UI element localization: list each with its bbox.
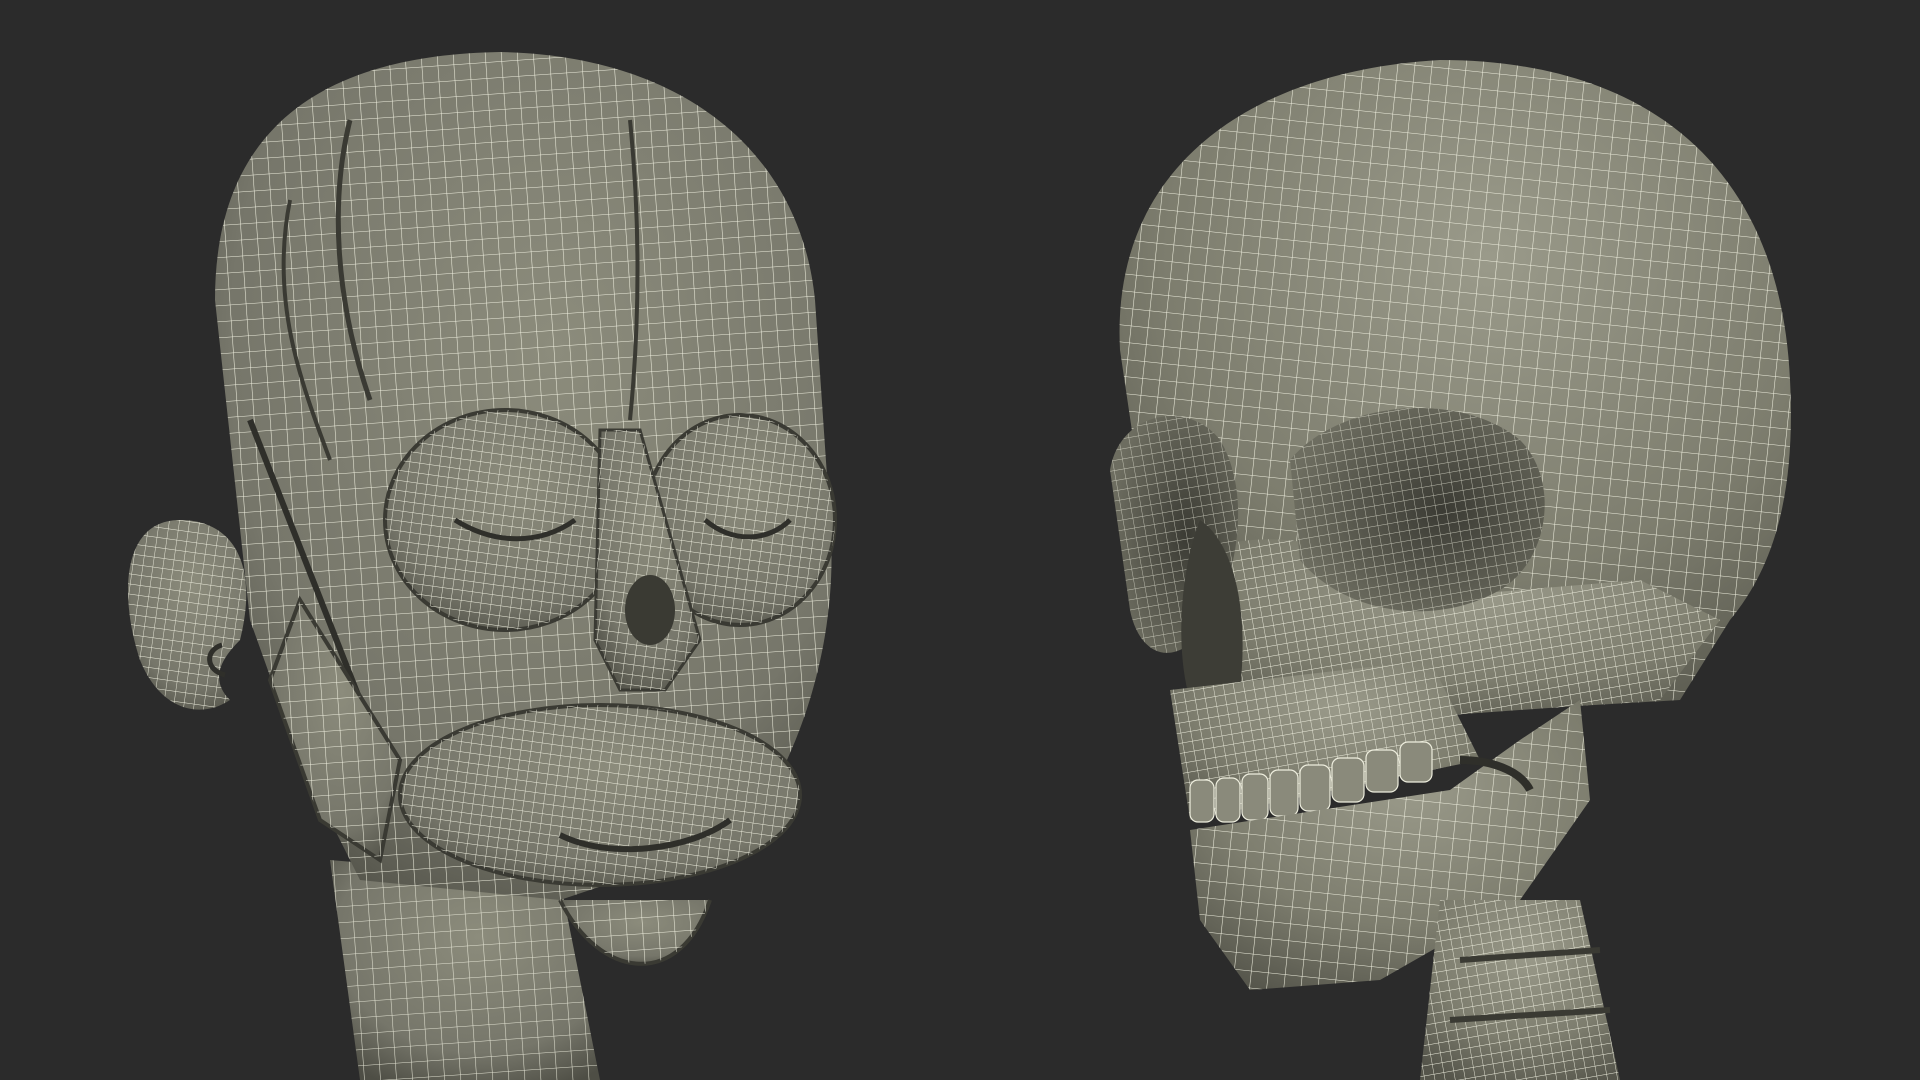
skull-icon [1110, 60, 1791, 1080]
skull-render [960, 0, 1920, 1080]
render-viewport [0, 0, 1920, 1080]
muscle-head-render [0, 0, 960, 1080]
muscle-head-icon [128, 52, 837, 1080]
